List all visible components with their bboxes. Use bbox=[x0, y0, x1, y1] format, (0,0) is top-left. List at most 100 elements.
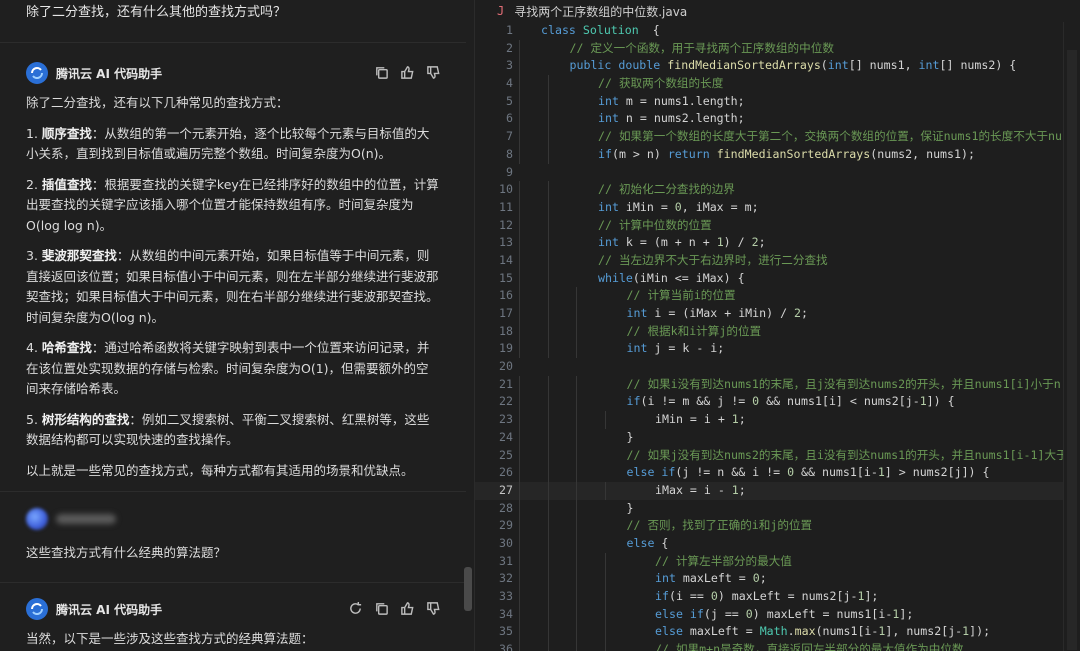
code-text: // 获取两个数组的长度 bbox=[598, 76, 724, 91]
indent-guide bbox=[604, 570, 606, 588]
indent-guide bbox=[547, 623, 549, 642]
editor-scroll-thumb[interactable] bbox=[1067, 50, 1077, 650]
assistant-answer-partial: 当然，以下是一些涉及这些查找方式的经典算法题： bbox=[26, 631, 314, 646]
code-line[interactable]: 12 // 计算中位数的位置 bbox=[475, 216, 1080, 235]
code-line[interactable]: 31 // 计算左半部分的最大值 bbox=[475, 552, 1080, 571]
indent-guide bbox=[576, 552, 577, 571]
indent-guide bbox=[547, 393, 549, 412]
code-line[interactable]: 30 else { bbox=[475, 534, 1080, 553]
code-line[interactable]: 5 int m = nums1.length; bbox=[475, 92, 1080, 111]
code-text: // 如果j没有到达nums2的末尾，且i没有到达nums1的开头，并且nums… bbox=[626, 447, 1068, 462]
indent-guide bbox=[547, 641, 549, 651]
code-line[interactable]: 16 // 计算当前i的位置 bbox=[475, 287, 1080, 305]
code-line[interactable]: 27 iMax = i - 1; bbox=[475, 481, 1080, 500]
indent-guide bbox=[547, 322, 549, 341]
line-number: 7 bbox=[506, 129, 513, 144]
code-line[interactable]: 8 if(m > n) return findMedianSortedArrays… bbox=[475, 145, 1080, 164]
copy-icon[interactable] bbox=[372, 63, 390, 81]
code-line[interactable]: 34 else if(j == 0) maxLeft = nums1[i-1]; bbox=[475, 605, 1080, 624]
code-line[interactable]: 26 else if(j != n && i != 0 && nums1[i-1]… bbox=[475, 464, 1080, 482]
answer-item-3: 3. 斐波那契查找：从数组的中间元素开始，如果目标值等于中间元素，则直接返回该位… bbox=[26, 248, 439, 325]
code-line[interactable]: 28} bbox=[475, 499, 1080, 518]
code-line[interactable]: 20 bbox=[475, 358, 1080, 376]
line-number: 5 bbox=[506, 93, 513, 108]
code-line[interactable]: 4 // 获取两个数组的长度 bbox=[475, 75, 1080, 93]
code-text: } bbox=[626, 500, 634, 515]
thumbs-down-icon[interactable] bbox=[424, 599, 442, 617]
indent-guide bbox=[519, 216, 520, 235]
code-line[interactable]: 36 // 如果m+n是奇数，直接返回左半部分的最大值作为中位数 bbox=[475, 641, 1080, 651]
indent-guide bbox=[519, 517, 520, 535]
indent-guide bbox=[547, 340, 549, 359]
line-number: 18 bbox=[499, 323, 513, 338]
code-text: else if(j == 0) maxLeft = nums1[i-1]; bbox=[655, 606, 914, 621]
chat-scrollbar[interactable] bbox=[464, 567, 472, 611]
indent-guide bbox=[519, 128, 520, 146]
indent-guide bbox=[519, 641, 520, 651]
code-line[interactable]: 32 int maxLeft = 0; bbox=[475, 570, 1080, 588]
indent-guide bbox=[547, 216, 549, 235]
code-line[interactable]: 7 // 如果第一个数组的长度大于第二个，交换两个数组的位置，保证nums1的长度… bbox=[475, 128, 1080, 146]
code-text: // 计算左半部分的最大值 bbox=[655, 553, 792, 568]
thumbs-down-icon[interactable] bbox=[424, 63, 442, 81]
code-text: if(m > n) return findMedianSortedArrays(… bbox=[598, 146, 975, 161]
code-line[interactable]: 6 int n = nums2.length; bbox=[475, 110, 1080, 129]
editor-tab[interactable]: J 寻找两个正序数组的中位数.java bbox=[475, 0, 1080, 22]
code-line[interactable]: 13 int k = (m + n + 1) / 2; bbox=[475, 234, 1080, 252]
answer-item-1: 1. 顺序查找：从数组的第一个元素开始，逐个比较每个元素与目标值的大小关系，直到… bbox=[26, 125, 430, 162]
line-number: 9 bbox=[506, 164, 513, 179]
code-text: else maxLeft = Math.max(nums1[i-1], nums… bbox=[655, 624, 991, 639]
line-number: 34 bbox=[499, 606, 513, 621]
indent-guide bbox=[547, 552, 549, 571]
line-number: 31 bbox=[499, 553, 513, 568]
code-line[interactable]: 1 class Solution { bbox=[475, 22, 1080, 40]
indent-guide bbox=[576, 375, 577, 394]
code-line[interactable]: 21 // 如果i没有到达nums1的末尾，且j没有到达nums2的开头，并且nu… bbox=[475, 375, 1080, 394]
editor-scrollbar[interactable] bbox=[1063, 22, 1080, 651]
line-number: 22 bbox=[499, 394, 513, 409]
code-line[interactable]: 2 // 定义一个函数，用于寻找两个正序数组的中位数 bbox=[475, 39, 1080, 58]
user-name-blurred bbox=[56, 514, 116, 524]
code-line[interactable]: 35 else maxLeft = Math.max(nums1[i-1], nu… bbox=[475, 623, 1080, 642]
code-line[interactable]: 10 // 初始化二分查找的边界 bbox=[475, 181, 1080, 199]
indent-guide bbox=[519, 411, 520, 429]
code-text: // 根据k和i计算j的位置 bbox=[626, 323, 762, 338]
code-line[interactable]: 9 bbox=[475, 164, 1080, 182]
indent-guide bbox=[519, 534, 520, 553]
copy-icon[interactable] bbox=[372, 599, 390, 617]
code-text: int i = (iMax + iMin) / 2; bbox=[626, 306, 809, 320]
indent-guide bbox=[576, 570, 577, 588]
code-line[interactable]: 17 int i = (iMax + iMin) / 2; bbox=[475, 305, 1080, 323]
refresh-icon[interactable] bbox=[346, 599, 364, 617]
line-number: 30 bbox=[499, 535, 513, 550]
indent-guide bbox=[547, 110, 549, 129]
thumbs-up-icon[interactable] bbox=[398, 63, 416, 81]
code-line[interactable]: 24} bbox=[475, 428, 1080, 447]
line-number: 6 bbox=[506, 111, 513, 126]
code-line[interactable]: 29 // 否则，找到了正确的i和j的位置 bbox=[475, 517, 1080, 535]
indent-guide bbox=[547, 145, 549, 164]
indent-guide bbox=[604, 605, 606, 624]
indent-guide bbox=[547, 251, 549, 270]
indent-guide bbox=[519, 110, 520, 129]
code-text: if(i != m && j != 0 && nums1[i] < nums2[… bbox=[626, 394, 955, 409]
code-lines[interactable]: 1 class Solution {2 // 定义一个函数，用于寻找两个正序数组的中… bbox=[475, 22, 1080, 651]
indent-guide bbox=[519, 375, 520, 394]
code-line[interactable]: 23 iMin = i + 1; bbox=[475, 411, 1080, 429]
indent-guide bbox=[604, 552, 606, 571]
indent-guide bbox=[576, 623, 577, 642]
code-line[interactable]: 19 int j = k - i; bbox=[475, 340, 1080, 359]
indent-guide bbox=[604, 411, 606, 429]
user-message-1: 除了二分查找，还有什么其他的查找方式吗？ bbox=[26, 5, 287, 20]
code-line[interactable]: 3 public double findMedianSortedArrays(in… bbox=[475, 57, 1080, 76]
code-line[interactable]: 14 // 当左边界不大于右边界时，进行二分查找 bbox=[475, 251, 1080, 270]
thumbs-up-icon[interactable] bbox=[398, 599, 416, 617]
code-line[interactable]: 22 if(i != m && j != 0 && nums1[i] < nums… bbox=[475, 393, 1080, 412]
code-line[interactable]: 33 if(i == 0) maxLeft = nums2[j-1]; bbox=[475, 588, 1080, 606]
code-line[interactable]: 18 // 根据k和i计算j的位置 bbox=[475, 322, 1080, 341]
indent-guide bbox=[604, 588, 606, 606]
code-line[interactable]: 25 // 如果j没有到达nums2的末尾，且i没有到达nums1的开头，并且nu… bbox=[475, 446, 1080, 465]
code-line[interactable]: 11 int iMin = 0, iMax = m; bbox=[475, 198, 1080, 217]
indent-guide bbox=[519, 446, 520, 465]
code-line[interactable]: 15 while(iMin <= iMax) { bbox=[475, 269, 1080, 288]
